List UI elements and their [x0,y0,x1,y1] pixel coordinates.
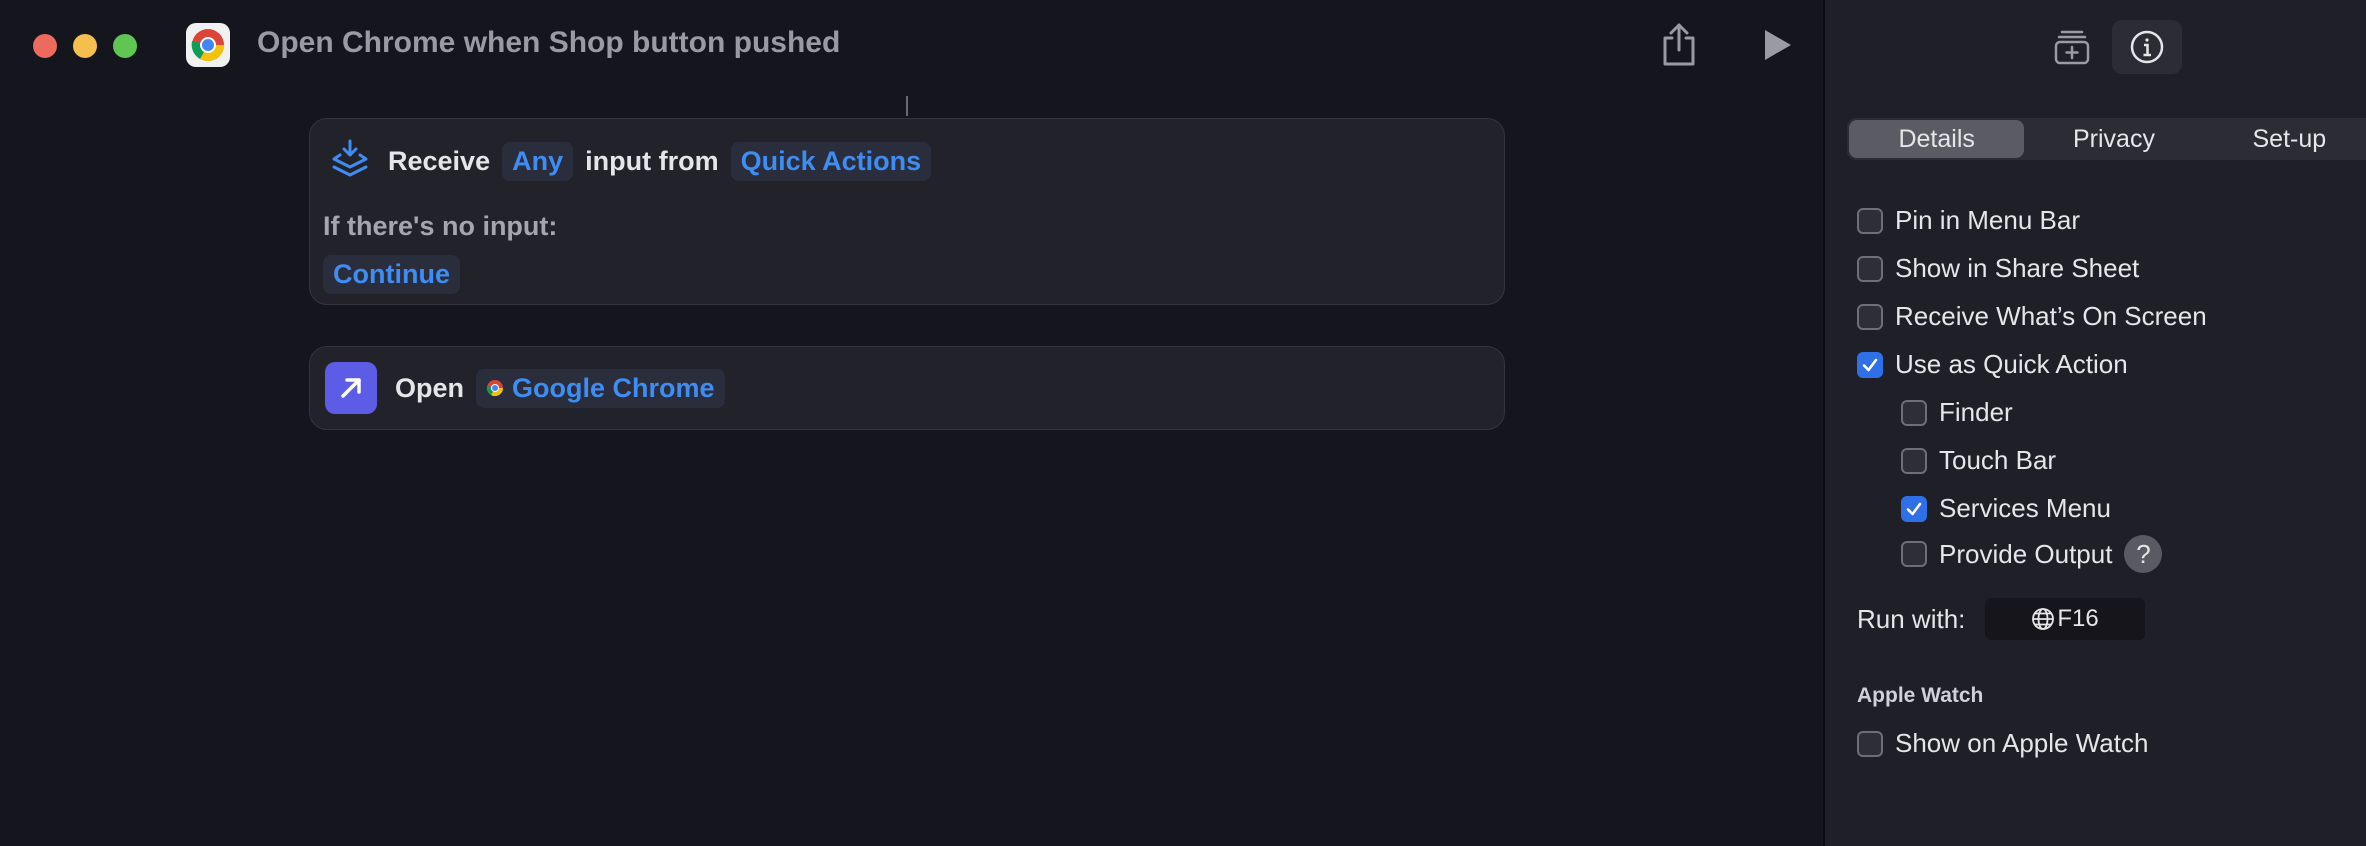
option-share-sheet[interactable]: Show in Share Sheet [1857,253,2139,284]
input-type-token[interactable]: Any [502,141,574,181]
apple-watch-heading: Apple Watch [1857,684,1984,707]
checkmark-icon [1862,358,1878,371]
option-receive-on-screen[interactable]: Receive What’s On Screen [1857,301,2207,332]
finder-checkbox[interactable] [1901,399,1927,426]
option-label: Finder [1939,397,2013,427]
app-token[interactable]: Google Chrome [476,368,725,408]
run-with-shortcut-field[interactable]: F16 [1985,598,2145,640]
no-input-label: If there's no input: [323,211,558,241]
checkmark-icon [1906,502,1922,515]
share-icon[interactable] [1659,22,1699,68]
open-app-action-card[interactable]: Open Google Chrome [309,346,1505,430]
option-label: Use as Quick Action [1895,349,2128,379]
pin-menu-bar-checkbox[interactable] [1857,207,1883,234]
minimize-window-button[interactable] [73,34,97,58]
input-from-label: input from [585,145,719,176]
sidebar-tabs: Details Privacy Set-up [1847,118,2366,160]
option-quick-action[interactable]: Use as Quick Action [1857,349,2128,380]
open-arrow-icon [325,362,377,414]
flow-connector [906,96,908,116]
option-finder[interactable]: Finder [1901,397,2013,428]
option-touch-bar[interactable]: Touch Bar [1901,445,2056,476]
option-services-menu[interactable]: Services Menu [1901,493,2111,524]
run-with-label: Run with: [1857,604,1966,634]
services-menu-checkbox[interactable] [1901,495,1927,522]
option-label: Services Menu [1939,493,2111,523]
share-sheet-checkbox[interactable] [1857,255,1883,282]
maximize-window-button[interactable] [113,34,137,58]
option-label: Receive What’s On Screen [1895,301,2207,331]
input-source-token[interactable]: Quick Actions [730,141,932,181]
window-title: Open Chrome when Shop button pushed [257,26,841,59]
receive-action-card[interactable]: Receive Any input from Quick Actions If … [309,118,1505,305]
option-label: Show on Apple Watch [1895,728,2149,758]
provide-output-checkbox[interactable] [1901,541,1927,567]
open-verb: Open [395,372,465,403]
option-apple-watch[interactable]: Show on Apple Watch [1857,728,2148,759]
tab-set-up[interactable]: Set-up [2202,118,2366,160]
touch-bar-checkbox[interactable] [1901,447,1927,474]
chrome-icon[interactable] [186,23,230,67]
option-provide-output[interactable]: Provide Output ? [1901,535,2163,573]
add-to-library-icon[interactable] [2037,20,2107,74]
option-label: Show in Share Sheet [1895,253,2140,283]
details-sidebar: Details Privacy Set-up Pin in Menu Bar S… [1823,0,2366,846]
tab-privacy[interactable]: Privacy [2026,118,2201,160]
app-name: Google Chrome [512,372,715,403]
no-input-action-token[interactable]: Continue [323,255,460,294]
apple-watch-checkbox[interactable] [1857,730,1883,757]
run-with-value: F16 [2057,605,2099,632]
info-icon[interactable] [2112,20,2182,74]
help-button[interactable]: ? [2124,535,2163,573]
globe-icon [2031,607,2055,631]
receive-on-screen-checkbox[interactable] [1857,303,1883,330]
quick-action-checkbox[interactable] [1857,351,1883,378]
close-window-button[interactable] [33,34,57,58]
play-icon[interactable] [1761,28,1793,62]
receive-stack-icon [330,139,370,183]
option-label: Touch Bar [1939,445,2057,475]
tab-details[interactable]: Details [1849,120,2025,158]
chrome-small-icon [486,379,504,397]
receive-verb: Receive [388,145,491,176]
option-pin-menu-bar[interactable]: Pin in Menu Bar [1857,205,2080,236]
option-label: Provide Output [1939,538,2113,569]
option-label: Pin in Menu Bar [1895,205,2080,235]
editor-area: Open Chrome when Shop button pushed Rece… [0,0,1823,846]
